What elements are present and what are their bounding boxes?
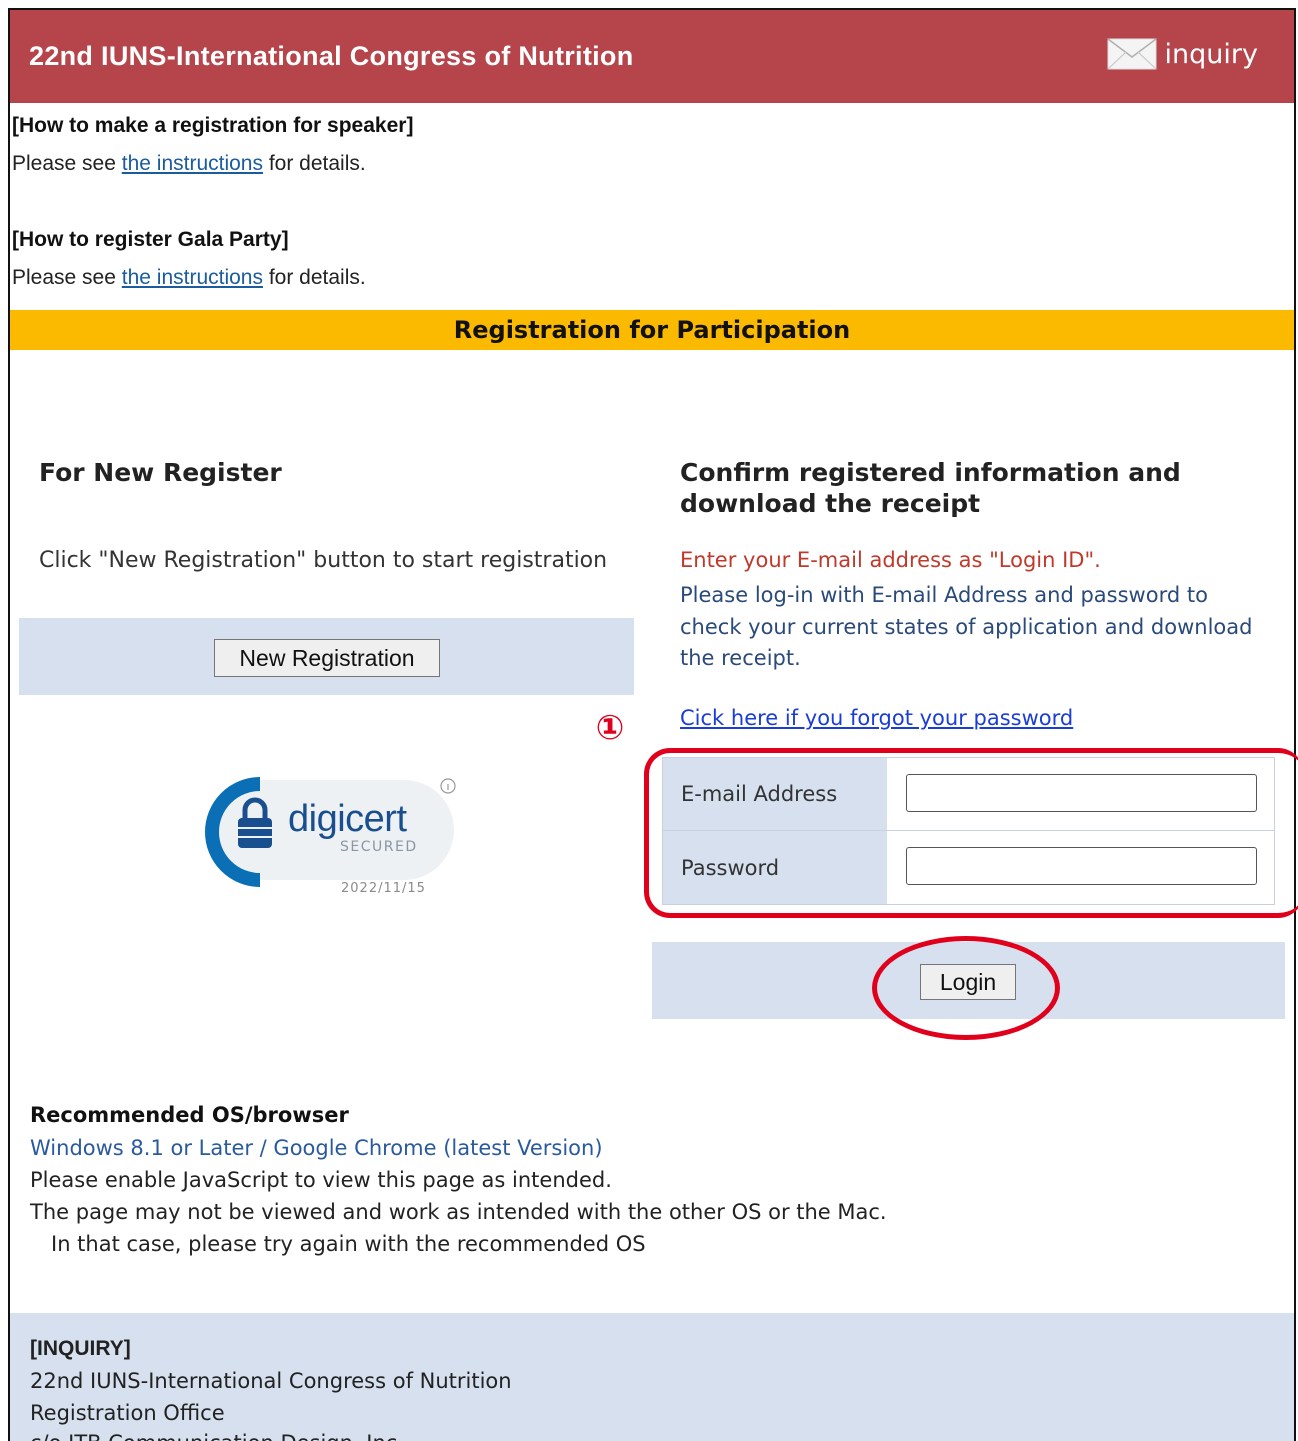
recommended-line3: In that case, please try again with the … <box>51 1232 646 1256</box>
login-id-note: Enter your E-mail address as "Login ID". <box>680 548 1101 572</box>
footer-line3: c/o JTB Communication Design, Inc. <box>30 1431 404 1441</box>
recommended-title: Recommended OS/browser <box>30 1103 349 1127</box>
digicert-date: 2022/11/15 <box>341 881 426 896</box>
new-registration-button[interactable]: New Registration <box>214 639 440 677</box>
inquiry-footer: [INQUIRY] 22nd IUNS-International Congre… <box>10 1313 1294 1441</box>
speaker-text-after: for details. <box>263 152 366 175</box>
registration-banner: Registration for Participation <box>10 310 1294 350</box>
gala-text-before: Please see <box>12 266 122 289</box>
site-title: 22nd IUNS-International Congress of Nutr… <box>29 41 634 71</box>
site-header: 22nd IUNS-International Congress of Nutr… <box>10 10 1294 103</box>
speaker-text: Please see the instructions for details. <box>12 152 366 176</box>
annotation-ellipse <box>872 936 1060 1040</box>
forgot-password-link[interactable]: Cick here if you forgot your password <box>680 706 1073 730</box>
speaker-instructions-link[interactable]: the instructions <box>122 152 263 175</box>
inquiry-link[interactable]: inquiry <box>1107 38 1258 70</box>
footer-line2: Registration Office <box>30 1401 225 1425</box>
recommended-os: Windows 8.1 or Later / Google Chrome (la… <box>30 1136 603 1160</box>
footer-heading: [INQUIRY] <box>30 1337 131 1360</box>
gala-heading: [How to register Gala Party] <box>12 228 289 251</box>
inquiry-label: inquiry <box>1164 38 1258 70</box>
digicert-secured: SECURED <box>340 839 418 855</box>
footer-line1: 22nd IUNS-International Congress of Nutr… <box>30 1369 512 1393</box>
confirm-title-line1: Confirm registered information and <box>680 458 1181 487</box>
confirm-title-line2: download the receipt <box>680 489 981 518</box>
digicert-brand: digicert <box>288 798 407 840</box>
annotation-rectangle <box>644 748 1298 918</box>
recommended-line1: Please enable JavaScript to view this pa… <box>30 1168 612 1192</box>
new-register-description: Click "New Registration" button to start… <box>39 548 608 573</box>
step-marker: ① <box>595 708 625 748</box>
speaker-heading: [How to make a registration for speaker] <box>12 114 414 137</box>
page-frame <box>8 8 1296 1441</box>
gala-text: Please see the instructions for details. <box>12 266 366 290</box>
login-instructions: Please log-in with E-mail Address and pa… <box>680 583 1253 670</box>
gala-instructions-link[interactable]: the instructions <box>122 266 263 289</box>
new-register-title: For New Register <box>39 458 282 487</box>
speaker-text-before: Please see <box>12 152 122 175</box>
recommended-line2: The page may not be viewed and work as i… <box>30 1200 887 1224</box>
gala-text-after: for details. <box>263 266 366 289</box>
digicert-seal[interactable]: digicert SECURED 2022/11/15 <box>204 776 464 900</box>
mail-icon <box>1107 38 1157 70</box>
new-registration-panel: New Registration <box>19 618 634 695</box>
confirm-title: Confirm registered information and downl… <box>680 457 1181 519</box>
